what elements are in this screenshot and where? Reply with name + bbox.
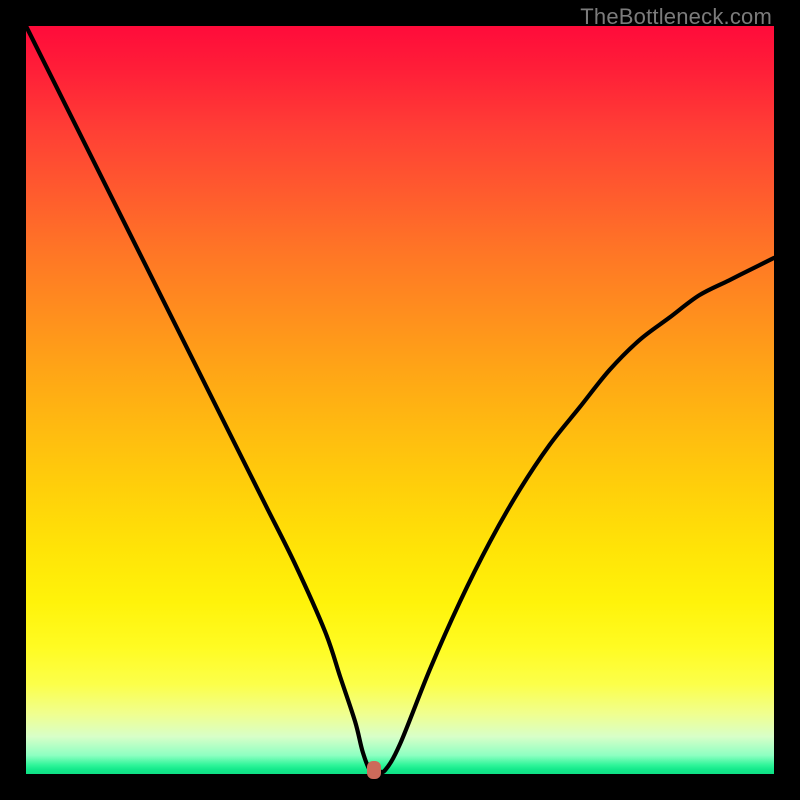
bottleneck-curve	[26, 26, 774, 774]
watermark-text: TheBottleneck.com	[580, 4, 772, 30]
plot-area	[26, 26, 774, 774]
chart-frame: TheBottleneck.com	[0, 0, 800, 800]
optimal-point-marker	[367, 761, 381, 779]
